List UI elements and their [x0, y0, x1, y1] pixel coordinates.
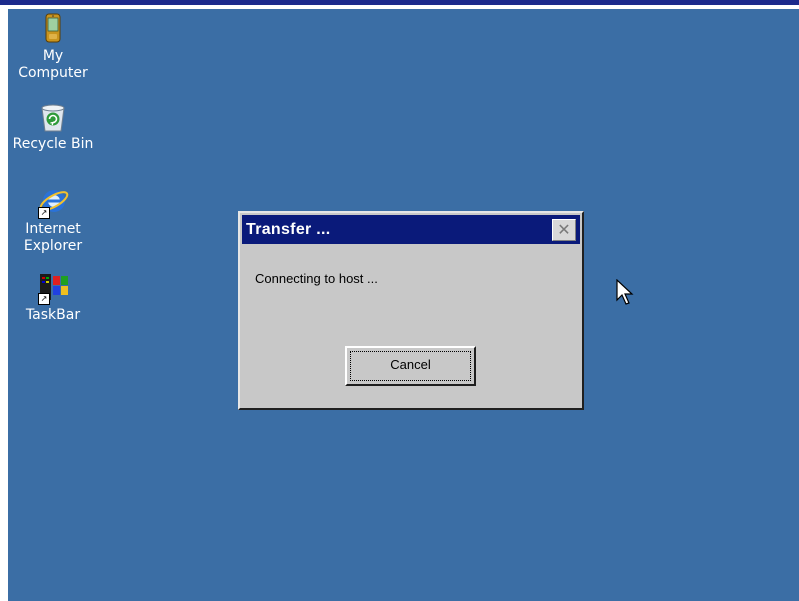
dialog-titlebar[interactable]: Transfer ... ✕	[242, 215, 580, 244]
close-button[interactable]: ✕	[552, 219, 576, 241]
screen-frame: My Computer Recycle Bin ↗ Internet Explo…	[0, 0, 799, 601]
top-border	[0, 0, 799, 5]
shortcut-arrow-icon: ↗	[38, 207, 50, 219]
cancel-button[interactable]: Cancel	[345, 346, 476, 386]
cancel-button-label: Cancel	[390, 357, 431, 372]
desktop-icon-label: My Computer	[18, 48, 88, 81]
desktop-icon-my-computer[interactable]: My Computer	[11, 12, 95, 82]
close-icon: ✕	[557, 220, 571, 239]
internet-explorer-icon: ↗	[36, 185, 70, 219]
arrow-cursor-icon	[616, 279, 634, 305]
dialog-title: Transfer ...	[246, 221, 331, 238]
status-message: Connecting to host ...	[255, 271, 378, 286]
transfer-dialog: Transfer ... ✕ Connecting to host ... Ca…	[238, 211, 584, 410]
shortcut-arrow-icon: ↗	[38, 293, 50, 305]
desktop-icon-recycle-bin[interactable]: Recycle Bin	[11, 100, 95, 153]
handheld-computer-icon	[36, 12, 70, 46]
desktop-icon-label: Recycle Bin	[12, 136, 94, 152]
desktop-icon-taskbar[interactable]: ↗ TaskBar	[11, 271, 95, 324]
desktop-icon-label: Internet Explorer	[23, 221, 83, 254]
desktop-icon-internet-explorer[interactable]: ↗ Internet Explorer	[11, 185, 95, 255]
taskbar-icon: ↗	[36, 271, 70, 305]
recycle-bin-icon	[36, 100, 70, 134]
desktop-icon-label: TaskBar	[25, 307, 81, 323]
